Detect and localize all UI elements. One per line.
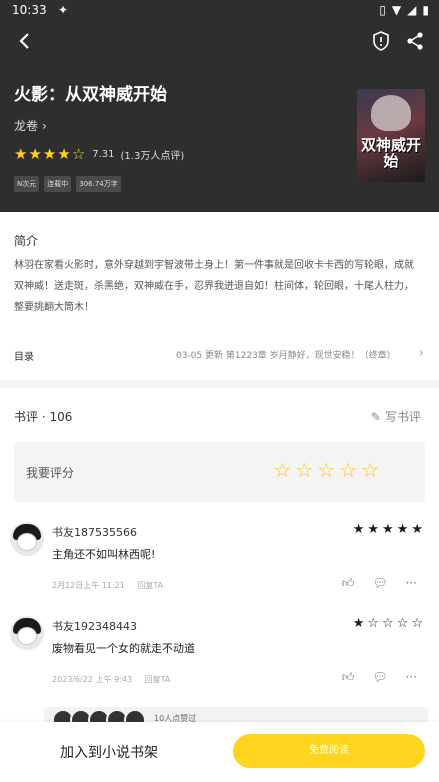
tag-status: 连载中 [44, 176, 72, 192]
wifi-icon: ▼ [391, 3, 402, 17]
review-item: 书友187535566 ★ ★ ★ ★ ★ 主角还不如叫林西呢! 2月12日上午 11:… [0, 522, 439, 592]
star-icon: ★ [28, 145, 42, 163]
reviews-title: 书评 · 106 [14, 410, 73, 424]
signal-icon: ◢ [407, 3, 417, 17]
review-actions: 👍︎ 💬︎ ··· [342, 576, 417, 591]
star-icon: ★ [14, 145, 28, 163]
review-actions: 👍︎ 💬︎ ··· [342, 670, 417, 685]
star-outline-icon: ☆ [396, 616, 409, 631]
back-arrow-icon[interactable] [14, 30, 36, 52]
status-bar: 10:33 ✦ ▯ ▼ ◢ ▮ [0, 0, 439, 20]
intro-card: 简介 林羽在家看火影时，意外穿越到宇智波带土身上！第一件事就是回收卡卡西的写轮眼… [0, 212, 439, 380]
star-icon: ★ [367, 522, 380, 537]
review-meta: 2月12日上午 11:21 回复TA [52, 580, 163, 591]
star-icon: ★ [42, 145, 57, 163]
bug-icon: ✦ [58, 3, 69, 17]
half-star-icon: ☆ [71, 145, 86, 163]
reviewer-name[interactable]: 书友187535566 [52, 524, 137, 540]
star-icon: ★ [57, 145, 71, 163]
bottom-bar: 加入到小说书架 免费阅读 [0, 722, 439, 782]
vibrate-icon: ▯ [379, 3, 386, 17]
star-icon: ★ [352, 522, 365, 537]
star-outline-icon[interactable]: ☆ [339, 458, 357, 482]
star-outline-icon: ☆ [367, 616, 380, 631]
intro-text: 林羽在家看火影时，意外穿越到宇智波带土身上！第一件事就是回收卡卡西的写轮眼，成就… [14, 260, 414, 313]
share-icon[interactable] [405, 30, 425, 52]
edit-icon: ✎ [370, 409, 381, 424]
reply-link[interactable]: 回复TA [145, 675, 171, 684]
toc-latest: 03-05 更新 第1223章 岁月静好，现世安稳！（终章） [175, 351, 396, 361]
star-outline-icon: ☆ [411, 616, 423, 631]
book-title: 火影：从双神威开始 [14, 85, 167, 105]
reviewer-name[interactable]: 书友192348443 [52, 618, 137, 634]
review-item: 书友192348443 ★ ☆ ☆ ☆ ☆ 废物看见一个女的就走不动道 2023/6/2… [0, 616, 439, 686]
status-time: 10:33 [12, 3, 47, 17]
write-review-label: 写书评 [384, 410, 421, 424]
chevron-right-icon: › [42, 119, 47, 133]
review-date: 2023/6/22 上午 9:43 [52, 675, 133, 684]
rating-row: ★ ★ ★ ★ ☆ 7.31 (1.3万人点评) [14, 145, 184, 163]
report-shield-icon[interactable] [371, 30, 391, 52]
my-rating-stars[interactable]: ☆ ☆ ☆ ☆ ☆ [273, 458, 379, 482]
star-outline-icon[interactable]: ☆ [361, 458, 379, 482]
tag-genre: N次元 [14, 176, 40, 192]
tag-list: N次元 连载中 306.74万字 [14, 176, 121, 192]
intro-heading: 简介 [14, 234, 39, 248]
star-outline-icon[interactable]: ☆ [295, 458, 313, 482]
review-text: 主角还不如叫林西呢! [52, 548, 156, 561]
review-stars: ★ ★ ★ ★ ★ [353, 522, 423, 537]
toc-label: 目录 [14, 352, 34, 363]
rating-value: 7.31 [92, 148, 115, 160]
star-outline-icon: ☆ [382, 616, 394, 631]
tag-wordcount: 306.74万字 [76, 176, 121, 192]
book-cover[interactable]: 双神威开始 [357, 89, 425, 182]
review-meta: 2023/6/22 上午 9:43 回复TA [52, 674, 170, 685]
star-icon: ★ [382, 522, 394, 537]
status-icons: ▯ ▼ ◢ ▮ [379, 3, 429, 17]
cover-title: 双神威开始 [361, 136, 422, 170]
avatar[interactable] [10, 522, 44, 556]
star-icon: ★ [352, 616, 365, 631]
toc-row[interactable]: 目录 03-05 更新 第1223章 岁月静好，现世安稳！（终章） › [14, 346, 424, 364]
write-review-button[interactable]: ✎ 写书评 [371, 408, 421, 425]
author-link[interactable]: 龙卷 › [14, 117, 47, 134]
chevron-right-icon: › [418, 346, 424, 361]
comment-icon[interactable]: 💬︎ [372, 670, 387, 685]
review-stars: ★ ☆ ☆ ☆ ☆ [353, 616, 423, 631]
review-text: 废物看见一个女的就走不动道 [52, 642, 195, 655]
like-icon[interactable]: 👍︎ [342, 576, 355, 591]
more-icon[interactable]: ··· [406, 670, 417, 685]
add-to-shelf-button[interactable]: 加入到小说书架 [60, 742, 158, 762]
review-date: 2月12日上午 11:21 [52, 581, 125, 590]
top-bar [0, 28, 439, 56]
battery-icon: ▮ [422, 3, 429, 17]
cover-figure [371, 95, 411, 131]
free-read-button[interactable]: 免费阅读 [233, 734, 425, 768]
rating-count: (1.3万人点评) [120, 150, 185, 162]
star-icon: ★ [396, 522, 409, 537]
star-icon: ★ [411, 522, 423, 537]
author-name: 龙卷 [14, 119, 39, 133]
like-icon[interactable]: 👍︎ [342, 670, 355, 685]
book-header: 10:33 ✦ ▯ ▼ ◢ ▮ 火影：从双神威开始 龙卷 › ★ ★ ★ ★ ☆… [0, 0, 439, 212]
star-outline-icon[interactable]: ☆ [317, 458, 335, 482]
more-icon[interactable]: ··· [406, 576, 417, 591]
reply-link[interactable]: 回复TA [137, 581, 163, 590]
my-rating-box: 我要评分 ☆ ☆ ☆ ☆ ☆ [14, 442, 425, 502]
comment-icon[interactable]: 💬︎ [372, 576, 387, 591]
avatar[interactable] [10, 616, 44, 650]
star-outline-icon[interactable]: ☆ [273, 458, 291, 482]
my-rating-label: 我要评分 [26, 466, 75, 480]
